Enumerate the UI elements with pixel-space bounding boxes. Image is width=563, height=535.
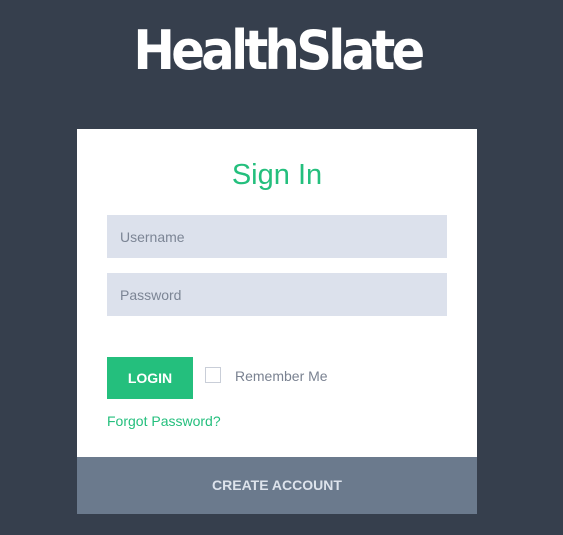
- username-input[interactable]: [107, 215, 447, 258]
- login-card: Sign In LOGIN Remember Me Forgot Passwor…: [77, 129, 477, 457]
- forgot-password-link[interactable]: Forgot Password?: [107, 412, 221, 430]
- login-button[interactable]: LOGIN: [107, 357, 193, 399]
- create-account-button[interactable]: CREATE ACCOUNT: [77, 457, 477, 514]
- password-input[interactable]: [107, 273, 447, 316]
- page-title: Sign In: [231, 159, 323, 191]
- remember-me-checkbox[interactable]: [205, 367, 221, 383]
- brand-logo: HealthSlate: [133, 19, 425, 82]
- remember-me-label: Remember Me: [235, 368, 328, 384]
